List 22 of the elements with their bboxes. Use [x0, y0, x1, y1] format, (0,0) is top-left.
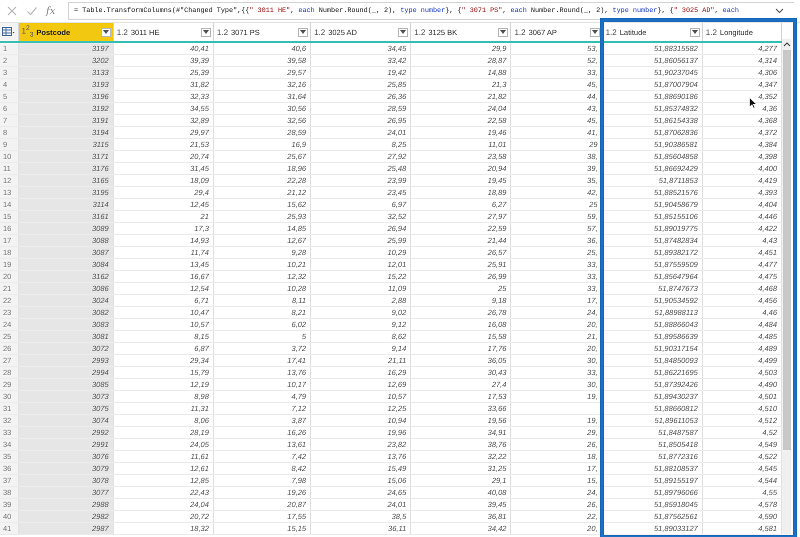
dropdown-button[interactable]: [690, 28, 700, 36]
table-icon[interactable]: [2, 27, 16, 36]
type-label: 1.2: [216, 28, 228, 36]
cursor-icon: [749, 97, 757, 109]
dropdown-button[interactable]: [100, 28, 111, 36]
dropdown-button[interactable]: [590, 28, 600, 36]
type-label: 1.2: [414, 28, 426, 36]
type-label: 1.2: [606, 28, 617, 36]
check-icon[interactable]: [26, 5, 38, 17]
dropdown-button[interactable]: [398, 28, 408, 36]
type-label: 1.2: [116, 28, 128, 36]
dropdown-button[interactable]: [298, 28, 308, 36]
dropdown-button[interactable]: [200, 28, 211, 36]
type-label: 1.2: [314, 28, 326, 36]
type-label: 1.2: [706, 28, 717, 36]
vertical-scrollbar[interactable]: [782, 39, 791, 537]
type-label: 1.2: [514, 28, 526, 36]
chevron-up-icon[interactable]: [782, 42, 790, 47]
dropdown-button[interactable]: [498, 28, 508, 36]
scrollbar-thumb[interactable]: [782, 50, 790, 450]
function-label[interactable]: fx: [46, 6, 60, 16]
chevron-down-icon[interactable]: [775, 8, 784, 14]
